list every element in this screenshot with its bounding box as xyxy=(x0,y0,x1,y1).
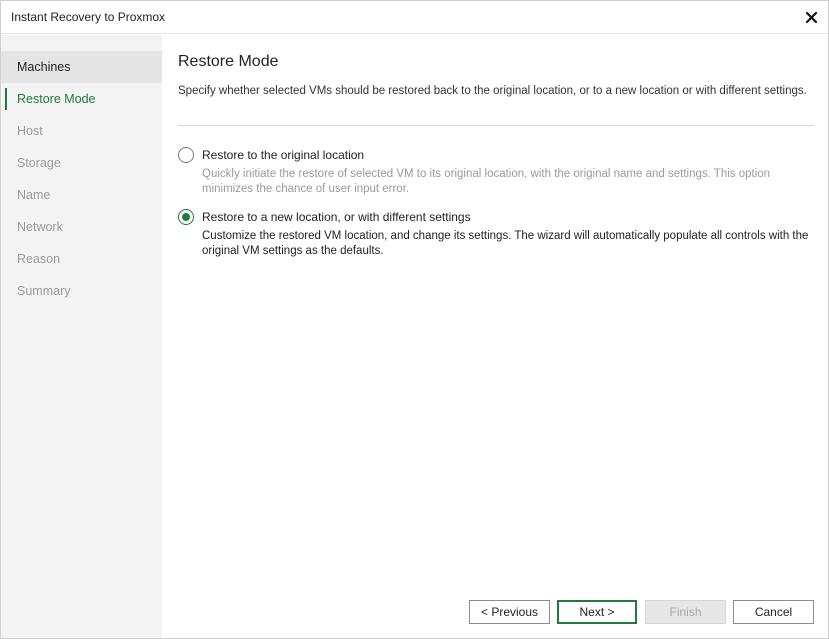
previous-button[interactable]: < Previous xyxy=(469,600,550,624)
step-summary: Summary xyxy=(17,284,71,298)
page-title: Restore Mode xyxy=(178,53,279,70)
step-restore-mode[interactable]: Restore Mode xyxy=(1,83,162,115)
wizard-steps-sidebar: Machines Restore Mode Host Storage Name … xyxy=(1,35,162,638)
step-host: Host xyxy=(17,124,43,138)
radio-original-location[interactable] xyxy=(178,147,194,163)
step-storage: Storage xyxy=(17,156,61,170)
option-original-location-label[interactable]: Restore to the original location xyxy=(202,148,364,162)
page-description: Specify whether selected VMs should be r… xyxy=(178,85,807,97)
option-new-location-label[interactable]: Restore to a new location, or with diffe… xyxy=(202,210,471,224)
radio-new-location[interactable] xyxy=(178,209,194,225)
next-button[interactable]: Next > xyxy=(557,600,637,624)
option-original-location-description: Quickly initiate the restore of selected… xyxy=(202,168,771,195)
step-machines[interactable]: Machines xyxy=(1,51,162,83)
close-icon xyxy=(805,11,817,23)
title-bar: Instant Recovery to Proxmox xyxy=(1,1,828,34)
cancel-button[interactable]: Cancel xyxy=(733,600,814,624)
step-reason: Reason xyxy=(17,252,61,266)
close-button[interactable] xyxy=(800,6,822,28)
finish-button: Finish xyxy=(645,600,726,624)
step-network: Network xyxy=(17,220,63,234)
header-divider xyxy=(178,125,814,126)
window-title: Instant Recovery to Proxmox xyxy=(11,10,166,24)
option-new-location-description: Customize the restored VM location, and … xyxy=(202,230,809,257)
step-name: Name xyxy=(17,188,51,202)
wizard-window: Instant Recovery to Proxmox Machines Res… xyxy=(0,0,829,639)
